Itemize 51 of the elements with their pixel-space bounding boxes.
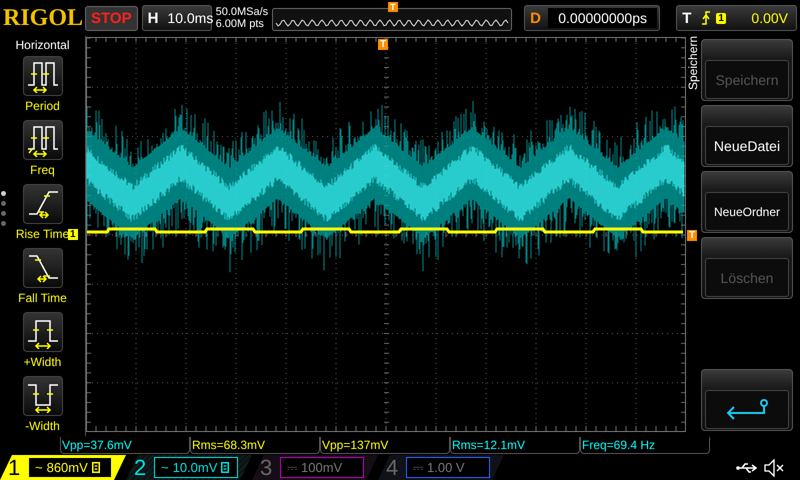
channel-tab[interactable]: 1 ~ 860mV: [0, 455, 126, 480]
sample-rate: 50.0MSa/s: [216, 6, 268, 18]
menu-title: Horizontal: [15, 38, 70, 52]
coupling-symbol: ~: [35, 460, 43, 475]
channel-scale: 860mV: [46, 460, 88, 475]
coupling-symbol: ~: [161, 460, 169, 475]
coupling-symbol: ⎓: [287, 460, 297, 476]
channel-scale: 100mV: [301, 460, 342, 475]
measure-menu-item[interactable]: Period: [2, 56, 84, 116]
measurement-readout: Rms=12.1mV: [450, 437, 580, 454]
brand-logo: RIGOL: [3, 4, 81, 32]
measurement-readout: Vpp=37.6mV: [60, 437, 190, 454]
measure-menu-item[interactable]: Fall Time: [2, 248, 84, 308]
trigger-position-marker: T: [388, 2, 398, 12]
trigger-position-marker: T: [378, 39, 388, 50]
memory-depth: 6.00M pts: [216, 18, 265, 30]
channel-scale: 1.00 V: [427, 460, 465, 475]
mute-speaker-icon: [764, 458, 784, 476]
trigger-label: T: [681, 10, 692, 26]
menu-title: Speichern: [686, 36, 701, 92]
timebase-control[interactable]: H 10.0ms: [142, 5, 212, 31]
timebase-value: 10.0ms: [166, 10, 214, 26]
measure-menu-item[interactable]: Freq: [2, 120, 84, 180]
measure-menu-item[interactable]: +Width: [2, 312, 84, 372]
channel-tab[interactable]: 4 ⎓ 1.00 V: [378, 455, 504, 480]
usb-icon: [736, 462, 758, 474]
menu-button[interactable]: NeueOrdner: [701, 171, 793, 233]
trigger-source: 1: [716, 12, 726, 24]
channel-tab[interactable]: 3 ⎓ 100mV: [252, 455, 378, 480]
timebase-label: H: [146, 10, 160, 26]
return-arrow-icon: [724, 398, 770, 420]
channel-number: 3: [260, 454, 274, 480]
measurement-readout: Rms=68.3mV: [190, 437, 320, 454]
coupling-symbol: ⎓: [413, 460, 423, 476]
rising-edge-icon: [701, 11, 712, 25]
channel-tab[interactable]: 2 ~ 10.0mV: [126, 455, 252, 480]
channel-number: 4: [386, 454, 400, 480]
menu-button[interactable]: NeueDatei: [701, 105, 793, 167]
trigger-level: 0.00V: [751, 10, 789, 26]
delay-label: D: [529, 10, 542, 26]
delay-control[interactable]: D 0.00000000ps: [524, 5, 660, 31]
channel-number: 2: [134, 454, 148, 480]
channel-marker[interactable]: 1: [68, 229, 78, 240]
channel-number: 1: [8, 454, 22, 480]
back-button[interactable]: [701, 369, 793, 431]
measure-menu-item[interactable]: -Width: [2, 376, 84, 436]
channel-scale: 10.0mV: [172, 460, 218, 475]
trigger-control[interactable]: T 1 0.00V: [676, 5, 797, 31]
measurement-readout: Freq=69.4 Hz: [580, 437, 710, 454]
measurement-readout: Vpp=137mV: [320, 437, 450, 454]
delay-value: 0.00000000ps: [548, 8, 658, 28]
